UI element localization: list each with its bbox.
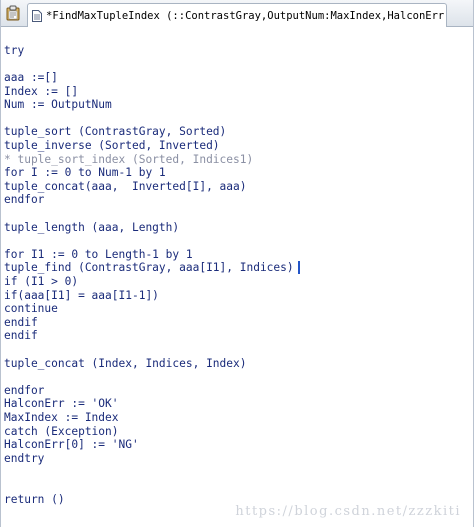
- comment-line[interactable]: * tuple_sort_index (Sorted, Indices1): [4, 153, 253, 167]
- code-line[interactable]: endtry: [4, 452, 44, 466]
- document-icon: [32, 9, 42, 22]
- code-line[interactable]: endif: [4, 316, 38, 330]
- code-line[interactable]: tuple_concat(aaa, Inverted[I], aaa): [4, 180, 246, 194]
- code-line[interactable]: if (I1 > 0): [4, 275, 78, 289]
- code-editor[interactable]: try aaa :=[] Index := [] Num := OutputNu…: [1, 27, 473, 527]
- code-line[interactable]: endfor: [4, 193, 44, 207]
- tab-title: *FindMaxTupleIndex (::ContrastGray,Outpu…: [46, 9, 447, 22]
- code-line[interactable]: HalconErr := 'OK': [4, 397, 119, 411]
- code-line[interactable]: tuple_length (aaa, Length): [4, 221, 179, 235]
- watermark: https://blog.csdn.net/zzzkiti: [235, 504, 461, 519]
- code-line[interactable]: endfor: [4, 384, 44, 398]
- code-line[interactable]: Num := OutputNum: [4, 98, 112, 112]
- code-line[interactable]: aaa :=[]: [4, 71, 58, 85]
- code-line[interactable]: catch (Exception): [4, 425, 119, 439]
- code-line[interactable]: return (): [4, 493, 65, 507]
- code-line[interactable]: tuple_sort (ContrastGray, Sorted): [4, 125, 226, 139]
- code-line[interactable]: tuple_inverse (Sorted, Inverted): [4, 139, 220, 153]
- clipboard-icon[interactable]: [5, 5, 21, 21]
- code-line[interactable]: for I := 0 to Num-1 by 1: [4, 166, 166, 180]
- code-line[interactable]: for I1 := 0 to Length-1 by 1: [4, 248, 193, 262]
- code-line[interactable]: endif: [4, 329, 38, 343]
- text-cursor: [298, 261, 300, 274]
- code-line[interactable]: try: [4, 44, 24, 58]
- tab-procedure[interactable]: *FindMaxTupleIndex (::ContrastGray,Outpu…: [27, 3, 447, 27]
- procedure-editor-window: *FindMaxTupleIndex (::ContrastGray,Outpu…: [0, 0, 474, 527]
- tab-bar: *FindMaxTupleIndex (::ContrastGray,Outpu…: [1, 0, 473, 27]
- code-line[interactable]: MaxIndex := Index: [4, 411, 119, 425]
- code-line[interactable]: tuple_find (ContrastGray, aaa[I1], Indic…: [4, 261, 294, 275]
- code-line[interactable]: continue: [4, 302, 58, 316]
- code-line[interactable]: Index := []: [4, 85, 78, 99]
- code-line[interactable]: if(aaa[I1] = aaa[I1-1]): [4, 289, 159, 303]
- code-line[interactable]: tuple_concat (Index, Indices, Index): [4, 357, 246, 371]
- code-line[interactable]: HalconErr[0] := 'NG': [4, 438, 139, 452]
